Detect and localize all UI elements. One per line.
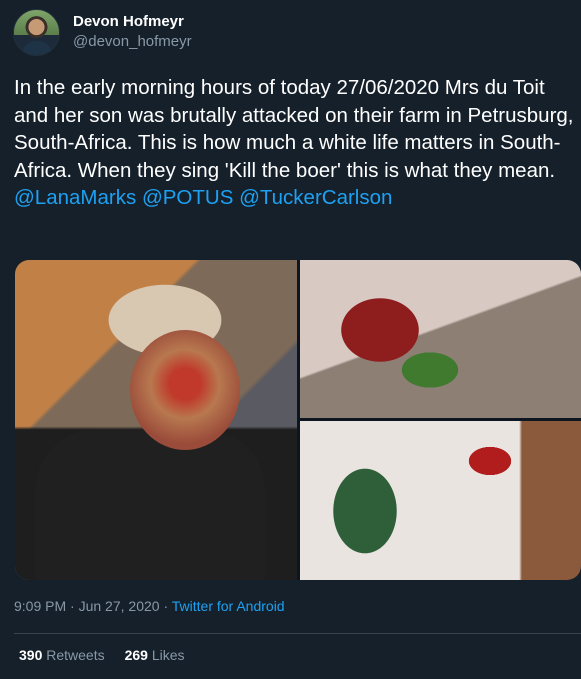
mention-potus[interactable]: @POTUS [142,186,233,209]
media-grid [15,260,581,580]
tweet-stats: 390 Retweets 269 Likes [19,646,185,664]
tweet-date[interactable]: Jun 27, 2020 [79,598,160,614]
photo-3[interactable] [300,421,581,580]
retweets-label: Retweets [46,647,105,663]
retweets-stat[interactable]: 390 Retweets [19,646,105,664]
tweet-body: In the early morning hours of today 27/0… [14,76,574,182]
mention-tuckercarlson[interactable]: @TuckerCarlson [239,186,392,209]
handle[interactable]: @devon_hofmeyr [73,32,192,52]
retweets-count: 390 [19,647,43,663]
likes-label: Likes [151,647,185,663]
likes-stat[interactable]: 269 Likes [125,646,185,664]
avatar[interactable] [13,8,60,56]
display-name[interactable]: Devon Hofmeyr [73,12,192,32]
divider [14,633,581,634]
meta-separator-2: · [159,598,172,614]
tweet-time[interactable]: 9:09 PM [14,598,66,614]
photo-2[interactable] [300,260,581,418]
tweet-source[interactable]: Twitter for Android [172,598,285,614]
tweet-meta: 9:09 PM · Jun 27, 2020 · Twitter for And… [14,597,285,615]
meta-separator: · [66,598,79,614]
tweet-text: In the early morning hours of today 27/0… [14,74,574,212]
author-names: Devon Hofmeyr @devon_hofmeyr [73,12,192,52]
tweet-header: Devon Hofmeyr @devon_hofmeyr [13,8,192,56]
likes-count: 269 [124,647,148,663]
mention-lanamarks[interactable]: @LanaMarks [14,186,136,209]
tweet: Devon Hofmeyr @devon_hofmeyr In the earl… [0,0,581,679]
photo-1[interactable] [15,260,297,580]
